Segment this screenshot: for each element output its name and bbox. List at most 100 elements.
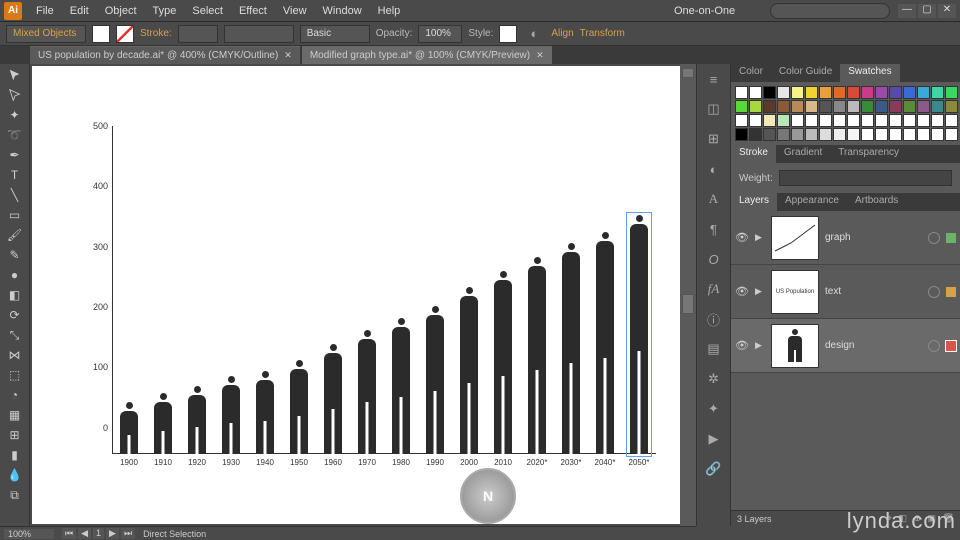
tab-color-guide[interactable]: Color Guide xyxy=(771,64,840,82)
free-transform-tool[interactable]: ⬚ xyxy=(3,366,27,384)
opentype-panel-icon[interactable]: O xyxy=(703,248,725,270)
swatch[interactable] xyxy=(917,114,930,127)
eraser-tool[interactable]: ◧ xyxy=(3,286,27,304)
transform-label[interactable]: Transform xyxy=(580,28,625,39)
weight-dropdown[interactable] xyxy=(779,170,952,186)
zoom-input[interactable]: 100% xyxy=(4,529,54,539)
swatch[interactable] xyxy=(791,100,804,113)
close-icon[interactable]: ✕ xyxy=(284,50,292,61)
artboard-number[interactable]: 1 xyxy=(93,528,104,539)
swatch[interactable] xyxy=(931,86,944,99)
tab-appearance[interactable]: Appearance xyxy=(777,193,847,211)
swatch[interactable] xyxy=(833,128,846,141)
brushes-panel-icon[interactable]: ✦ xyxy=(703,398,725,420)
swatch[interactable] xyxy=(903,128,916,141)
swatch[interactable] xyxy=(749,114,762,127)
swatch[interactable] xyxy=(805,86,818,99)
menu-effect[interactable]: Effect xyxy=(231,5,275,17)
swatch[interactable] xyxy=(735,100,748,113)
chart-bar[interactable] xyxy=(418,126,452,454)
first-icon[interactable]: ⏮ xyxy=(62,528,76,539)
rectangle-tool[interactable]: ▭ xyxy=(3,206,27,224)
menu-help[interactable]: Help xyxy=(370,5,409,17)
chart-bar[interactable] xyxy=(282,126,316,454)
swatch[interactable] xyxy=(749,100,762,113)
swatch[interactable] xyxy=(861,128,874,141)
swatch[interactable] xyxy=(945,128,958,141)
perspective-tool[interactable]: ▦ xyxy=(3,406,27,424)
swatch[interactable] xyxy=(777,100,790,113)
swatch[interactable] xyxy=(889,114,902,127)
tab-color[interactable]: Color xyxy=(731,64,771,82)
menu-file[interactable]: File xyxy=(28,5,62,17)
close-button[interactable]: ✕ xyxy=(938,4,956,18)
chart-bar[interactable] xyxy=(146,126,180,454)
swatch[interactable] xyxy=(917,128,930,141)
swatch[interactable] xyxy=(735,114,748,127)
swatch[interactable] xyxy=(847,114,860,127)
swatch[interactable] xyxy=(917,86,930,99)
rotate-tool[interactable]: ⟳ xyxy=(3,306,27,324)
swatch[interactable] xyxy=(861,86,874,99)
lasso-tool[interactable]: ➰ xyxy=(3,126,27,144)
next-icon[interactable]: ▶ xyxy=(106,528,119,539)
close-icon[interactable]: ✕ xyxy=(536,50,544,61)
tab-gradient[interactable]: Gradient xyxy=(776,145,830,163)
swatch[interactable] xyxy=(889,128,902,141)
swatch[interactable] xyxy=(791,86,804,99)
swatch[interactable] xyxy=(861,114,874,127)
swatch[interactable] xyxy=(777,114,790,127)
new-layer-icon[interactable]: ▣ xyxy=(928,513,937,523)
swatch[interactable] xyxy=(875,128,888,141)
swatch[interactable] xyxy=(945,100,958,113)
chart-bar[interactable] xyxy=(554,126,588,454)
chart-bar[interactable] xyxy=(350,126,384,454)
menu-object[interactable]: Object xyxy=(97,5,145,17)
selection-tool[interactable] xyxy=(3,66,27,84)
swatch[interactable] xyxy=(847,86,860,99)
recolor-icon[interactable]: ◐ xyxy=(523,23,545,45)
swatch[interactable] xyxy=(791,128,804,141)
swatch[interactable] xyxy=(777,128,790,141)
tab-transparency[interactable]: Transparency xyxy=(830,145,907,163)
layer-name[interactable]: graph xyxy=(825,232,922,243)
canvas[interactable]: 0100200300400500 19001910192019301940195… xyxy=(32,66,680,524)
menu-select[interactable]: Select xyxy=(184,5,231,17)
visibility-icon[interactable]: 👁 xyxy=(735,285,749,298)
locate-icon[interactable]: ⌖ xyxy=(887,513,892,523)
glyphs-panel-icon[interactable]: fA xyxy=(703,278,725,300)
swatch[interactable] xyxy=(833,100,846,113)
align-panel-icon[interactable]: ≡ xyxy=(703,68,725,90)
maximize-button[interactable]: ▢ xyxy=(918,4,936,18)
chart-bar[interactable] xyxy=(520,126,554,454)
chart-bar[interactable] xyxy=(452,126,486,454)
layer-row[interactable]: 👁 ▶ design xyxy=(731,319,960,373)
layer-row[interactable]: 👁 ▶ US Population text xyxy=(731,265,960,319)
swatch[interactable] xyxy=(903,86,916,99)
chart-bar[interactable] xyxy=(588,126,622,454)
visibility-icon[interactable]: 👁 xyxy=(735,231,749,244)
document-tab-1[interactable]: Modified graph type.ai* @ 100% (CMYK/Pre… xyxy=(302,46,552,64)
swatch[interactable] xyxy=(875,100,888,113)
info-panel-icon[interactable]: ⓘ xyxy=(703,308,725,330)
swatch[interactable] xyxy=(903,100,916,113)
eyedropper-tool[interactable]: 💧 xyxy=(3,466,27,484)
search-input[interactable] xyxy=(770,3,890,19)
swatch[interactable] xyxy=(805,114,818,127)
layer-name[interactable]: design xyxy=(825,340,922,351)
swatch[interactable] xyxy=(945,86,958,99)
swatch[interactable] xyxy=(931,128,944,141)
swatch[interactable] xyxy=(763,100,776,113)
menu-type[interactable]: Type xyxy=(145,5,185,17)
swatch[interactable] xyxy=(735,128,748,141)
pen-tool[interactable]: ✒ xyxy=(3,146,27,164)
swatch[interactable] xyxy=(819,128,832,141)
width-tool[interactable]: ⋈ xyxy=(3,346,27,364)
workspace-switcher[interactable]: One-on-One xyxy=(674,5,764,17)
swatch[interactable] xyxy=(819,100,832,113)
layer-name[interactable]: text xyxy=(825,286,922,297)
swatch[interactable] xyxy=(945,114,958,127)
menu-view[interactable]: View xyxy=(275,5,315,17)
swatch[interactable] xyxy=(805,100,818,113)
menu-edit[interactable]: Edit xyxy=(62,5,97,17)
